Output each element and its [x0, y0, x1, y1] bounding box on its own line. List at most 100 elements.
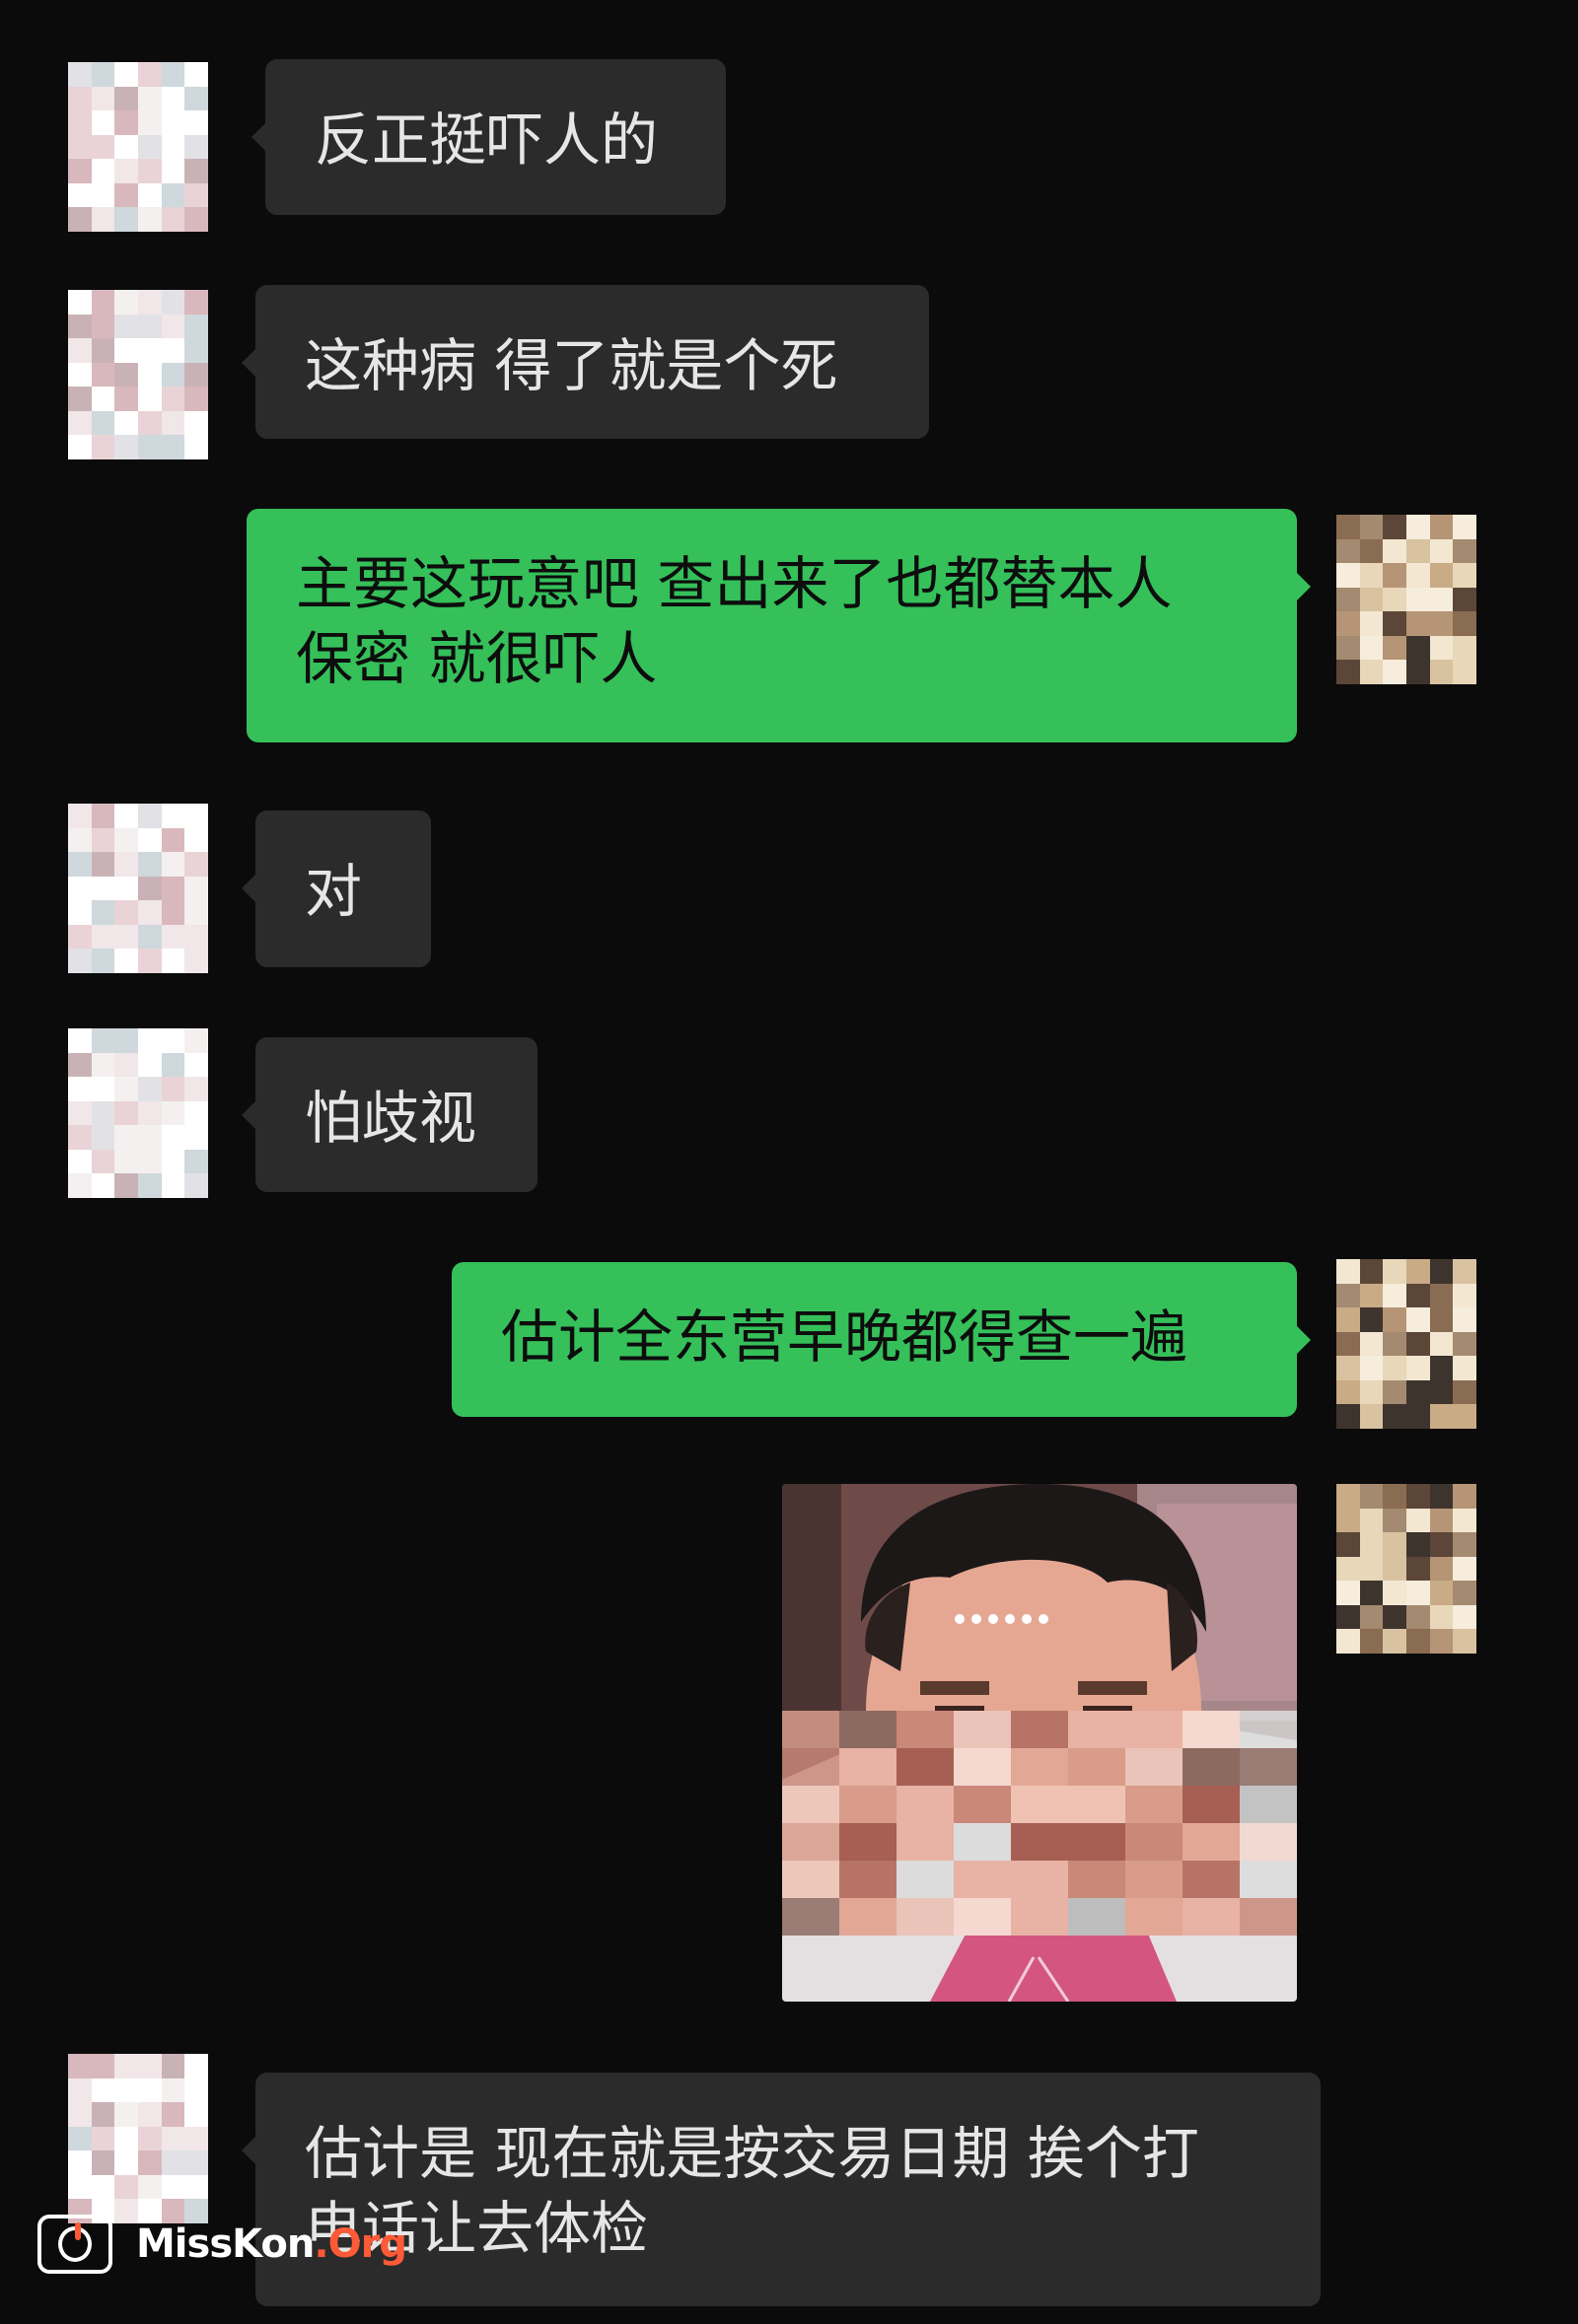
avatar-pixel: [137, 876, 162, 901]
avatar-pixel: [184, 2054, 208, 2078]
avatar-pixel: [91, 827, 115, 853]
avatar-pixel: [1336, 1307, 1360, 1332]
avatar-pixel: [91, 314, 115, 339]
avatar-pixel: [1383, 1259, 1406, 1284]
avatar-pixel: [1359, 1581, 1384, 1605]
contact-avatar[interactable]: [68, 290, 208, 459]
mosaic-tile: [954, 1748, 1011, 1786]
mosaic-tile: [1183, 1898, 1240, 1936]
contact-avatar[interactable]: [68, 2054, 208, 2223]
avatar-pixel: [161, 852, 185, 877]
avatar-pixel: [161, 1052, 185, 1078]
mosaic-tile: [782, 1823, 839, 1861]
avatar-pixel: [1359, 1508, 1384, 1533]
avatar-pixel: [1453, 1307, 1476, 1332]
mosaic-tile: [897, 1711, 954, 1748]
pixelated-face-photo[interactable]: [782, 1484, 1297, 2002]
avatar-pixel: [137, 949, 162, 973]
avatar-pixel: [161, 2150, 185, 2175]
avatar-pixel: [1336, 1259, 1360, 1284]
message-bubble[interactable]: 估计全东营早晚都得查一遍: [452, 1262, 1311, 1417]
avatar-pixel: [161, 338, 185, 363]
avatar-pixel: [184, 1100, 208, 1126]
avatar-pixel: [114, 290, 138, 315]
avatar-pixel: [1405, 563, 1430, 588]
avatar-pixel: [137, 387, 162, 411]
message-bubble[interactable]: 主要这玩意吧 查出来了也都替本人 保密 就很吓人: [247, 509, 1311, 742]
avatar-pixel: [1336, 635, 1360, 661]
own-avatar[interactable]: [1336, 1259, 1476, 1429]
avatar-pixel: [137, 804, 162, 828]
avatar-pixel: [1359, 1484, 1384, 1509]
mosaic-tile: [1068, 1861, 1125, 1898]
contact-avatar[interactable]: [68, 62, 208, 232]
avatar-pixel: [1336, 1532, 1360, 1557]
avatar-pixel: [137, 435, 162, 459]
contact-avatar[interactable]: [68, 804, 208, 973]
avatar-pixel: [114, 362, 138, 387]
avatar-pixel: [184, 2078, 208, 2103]
avatar-pixel: [91, 207, 115, 232]
mosaic-tile: [1240, 1898, 1297, 1936]
avatar-pixel: [1336, 660, 1360, 684]
avatar-pixel: [1383, 1356, 1406, 1380]
avatar-pixel: [1429, 1604, 1454, 1630]
avatar-pixel: [1429, 1404, 1454, 1429]
avatar-pixel: [91, 362, 115, 387]
avatar-pixel: [114, 1173, 138, 1198]
avatar-pixel: [184, 387, 208, 411]
avatar-pixel: [1405, 538, 1430, 564]
avatar-pixel: [1429, 1259, 1454, 1284]
avatar-pixel: [184, 949, 208, 973]
avatar-pixel: [68, 1173, 92, 1198]
avatar-pixel: [68, 62, 92, 87]
avatar-pixel: [161, 2054, 185, 2078]
avatar-pixel: [1453, 1356, 1476, 1380]
message-bubble[interactable]: 怕歧视: [242, 1037, 538, 1192]
avatar-pixel: [91, 410, 115, 436]
own-avatar[interactable]: [1336, 515, 1476, 684]
message-bubble[interactable]: 估计是 现在就是按交易日期 挨个打 电话让去体检: [242, 2073, 1321, 2306]
mosaic-tile: [1068, 1823, 1125, 1861]
avatar-pixel: [68, 827, 92, 853]
avatar-pixel: [161, 1100, 185, 1126]
avatar-pixel: [1405, 1581, 1430, 1605]
avatar-pixel: [1336, 1283, 1360, 1308]
avatar-pixel: [1453, 635, 1476, 661]
avatar-pixel: [1336, 1556, 1360, 1582]
own-avatar[interactable]: [1336, 1484, 1476, 1654]
avatar-pixel: [184, 876, 208, 901]
avatar-pixel: [1383, 515, 1406, 539]
avatar-pixel: [161, 62, 185, 87]
avatar-pixel: [137, 159, 162, 183]
avatar-pixel: [91, 1173, 115, 1198]
mosaic-tile: [954, 1898, 1011, 1936]
mosaic-tile: [1183, 1748, 1240, 1786]
avatar-pixel: [1429, 1484, 1454, 1509]
photo-dot: [955, 1614, 965, 1624]
mosaic-tile: [1240, 1786, 1297, 1823]
avatar-pixel: [161, 1173, 185, 1198]
avatar-pixel: [1453, 1404, 1476, 1429]
avatar-pixel: [1383, 1532, 1406, 1557]
photo-illustration: [782, 1484, 1297, 2002]
watermark-text: MissKon.Org: [136, 2221, 407, 2267]
avatar-pixel: [114, 134, 138, 160]
message-bubble[interactable]: 反正挺吓人的: [251, 59, 726, 215]
chat-thread[interactable]: 反正挺吓人的 这种病 得了就是个死 主要这玩意吧 查出来了也都替本人 保密 就很…: [0, 0, 1578, 2324]
avatar-pixel: [68, 182, 92, 208]
avatar-pixel: [114, 2174, 138, 2200]
avatar-pixel: [184, 924, 208, 950]
mosaic-tile: [897, 1748, 954, 1786]
avatar-pixel: [161, 110, 185, 135]
avatar-pixel: [137, 900, 162, 925]
contact-avatar[interactable]: [68, 1028, 208, 1198]
message-bubble[interactable]: 这种病 得了就是个死: [242, 285, 929, 439]
mosaic-tile: [1125, 1823, 1183, 1861]
avatar-pixel: [137, 2150, 162, 2175]
avatar-pixel: [91, 1028, 115, 1053]
avatar-pixel: [1359, 1532, 1384, 1557]
avatar-pixel: [91, 924, 115, 950]
avatar-pixel: [68, 387, 92, 411]
message-bubble[interactable]: 对: [242, 810, 431, 967]
